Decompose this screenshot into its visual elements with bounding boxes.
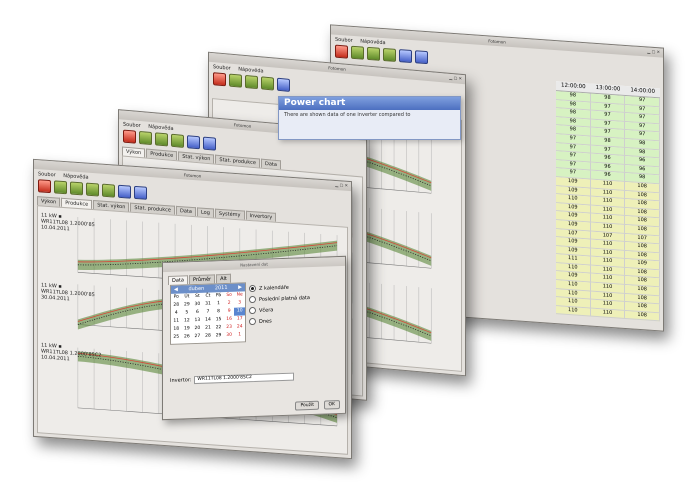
exit-icon[interactable] bbox=[38, 179, 51, 194]
window-controls[interactable]: ▁ ▢ ✕ bbox=[335, 182, 348, 188]
next-month-icon[interactable]: ▶ bbox=[238, 283, 242, 291]
menu-help[interactable]: Nápověda bbox=[238, 66, 263, 74]
tools-icon[interactable] bbox=[203, 136, 216, 151]
inverter-label: Invertor: bbox=[170, 377, 192, 384]
table-cell: 110 bbox=[556, 305, 591, 316]
data-settings-dialog: Nastavení dat Data Průměr Alt ◀ duben 20… bbox=[162, 255, 346, 421]
exit-icon[interactable] bbox=[123, 129, 136, 144]
settings-icon[interactable] bbox=[187, 135, 200, 150]
radio-option[interactable]: Dnes bbox=[249, 316, 310, 326]
table-icon[interactable] bbox=[171, 133, 184, 148]
series-label: 11 kW ▪ WR11TL08 1.2000'85 10.04.2011 bbox=[41, 212, 95, 233]
window-title: Fotomon bbox=[488, 38, 506, 45]
data-table: 12:00:00 13:00:00 14:00:00 98 98 97 98 97 97 9… bbox=[556, 81, 660, 322]
exit-icon[interactable] bbox=[335, 44, 348, 59]
menu-file[interactable]: Soubor bbox=[335, 37, 353, 44]
power-icon[interactable] bbox=[229, 73, 242, 88]
tools-icon[interactable] bbox=[415, 50, 428, 65]
inverter-row: Invertor: WR11TL08 1.2000'85C2 bbox=[170, 372, 295, 385]
calendar-days: Po Út St Čt Pá So Ne 28 29 30 31 1 2 3 4 5 6 7 8 9 10 11 12 13 1… bbox=[171, 291, 245, 342]
calendar-day[interactable]: 1 bbox=[234, 331, 245, 339]
power-icon[interactable] bbox=[139, 130, 152, 146]
radio-option[interactable]: Poslední platná data bbox=[249, 294, 310, 304]
window-title: Fotomon bbox=[328, 65, 346, 72]
prev-month-icon[interactable]: ◀ bbox=[174, 286, 178, 294]
date-source-options: Z kalendáře Poslední platná data Včera D… bbox=[249, 283, 310, 329]
radio-button[interactable] bbox=[249, 284, 256, 293]
table-cell: 110 bbox=[590, 308, 626, 319]
radio-label: Dnes bbox=[259, 317, 272, 325]
toolbar bbox=[213, 72, 290, 92]
tooltip-title: Power chart bbox=[279, 97, 460, 110]
power-icon[interactable] bbox=[54, 180, 67, 195]
apply-button[interactable]: Použít bbox=[295, 400, 319, 411]
menu-help[interactable]: Nápověda bbox=[148, 124, 173, 132]
table-icon[interactable] bbox=[261, 76, 274, 91]
table-body: 98 98 97 98 97 97 98 97 97 98 97 97 98 97 97 97 98 98 97 97… bbox=[556, 91, 660, 322]
settings-icon[interactable] bbox=[277, 77, 290, 92]
table-cell: 108 bbox=[625, 310, 660, 321]
power-icon[interactable] bbox=[351, 45, 364, 60]
calendar-day[interactable]: 30 bbox=[224, 332, 235, 340]
calendar-day[interactable]: 27 bbox=[192, 333, 203, 341]
menu-help[interactable]: Nápověda bbox=[360, 38, 385, 46]
radio-button[interactable] bbox=[249, 306, 256, 315]
tools-icon[interactable] bbox=[134, 185, 147, 200]
calendar: ◀ duben 2011 ▶ Po Út St Čt Pá So Ne 28 29 30 31 1 2 3… bbox=[170, 282, 246, 345]
radio-label: Poslední platná data bbox=[259, 294, 310, 303]
ok-button[interactable]: OK bbox=[323, 399, 340, 410]
menu-file[interactable]: Soubor bbox=[38, 171, 56, 178]
stats-icon[interactable] bbox=[102, 183, 115, 198]
inverter-select[interactable]: WR11TL08 1.2000'85C2 bbox=[194, 372, 295, 385]
menu-file[interactable]: Soubor bbox=[213, 64, 231, 72]
menu-help[interactable]: Nápověda bbox=[63, 173, 88, 181]
calendar-day[interactable]: 29 bbox=[213, 332, 224, 340]
calendar-day[interactable]: 28 bbox=[203, 332, 214, 340]
window-controls[interactable]: ▁ ▢ ✕ bbox=[647, 49, 660, 55]
radio-option[interactable]: Z kalendáře bbox=[249, 283, 310, 293]
chart-icon[interactable] bbox=[70, 181, 83, 196]
menu-file[interactable]: Soubor bbox=[123, 122, 141, 130]
tooltip-body: There are shown data of one inverter com… bbox=[284, 112, 411, 118]
radio-option[interactable]: Včera bbox=[249, 305, 310, 315]
window-controls[interactable]: ▁ ▢ ✕ bbox=[449, 75, 462, 81]
chart-icon[interactable] bbox=[155, 132, 168, 147]
radio-button[interactable] bbox=[249, 317, 256, 326]
settings-icon[interactable] bbox=[118, 184, 131, 199]
chart-icon[interactable] bbox=[245, 74, 258, 90]
settings-icon[interactable] bbox=[399, 49, 412, 64]
radio-label: Včera bbox=[259, 306, 274, 314]
window-title: Fotomon bbox=[183, 172, 202, 179]
power-chart-tooltip: Power chart There are shown data of one … bbox=[278, 96, 461, 140]
table-icon[interactable] bbox=[383, 48, 396, 62]
toolbar bbox=[335, 44, 428, 65]
chart-icon[interactable] bbox=[367, 46, 380, 61]
calendar-day[interactable]: 26 bbox=[182, 333, 193, 341]
table-icon[interactable] bbox=[86, 182, 99, 197]
exit-icon[interactable] bbox=[213, 72, 226, 87]
radio-button[interactable] bbox=[249, 295, 256, 304]
radio-label: Z kalendáře bbox=[259, 284, 289, 292]
window-title: Fotomon bbox=[233, 122, 252, 129]
series-label: 11 kW ▪ WR11TL08 1.2000'85 30.04.2011 bbox=[41, 282, 95, 303]
calendar-day[interactable]: 25 bbox=[171, 334, 182, 342]
